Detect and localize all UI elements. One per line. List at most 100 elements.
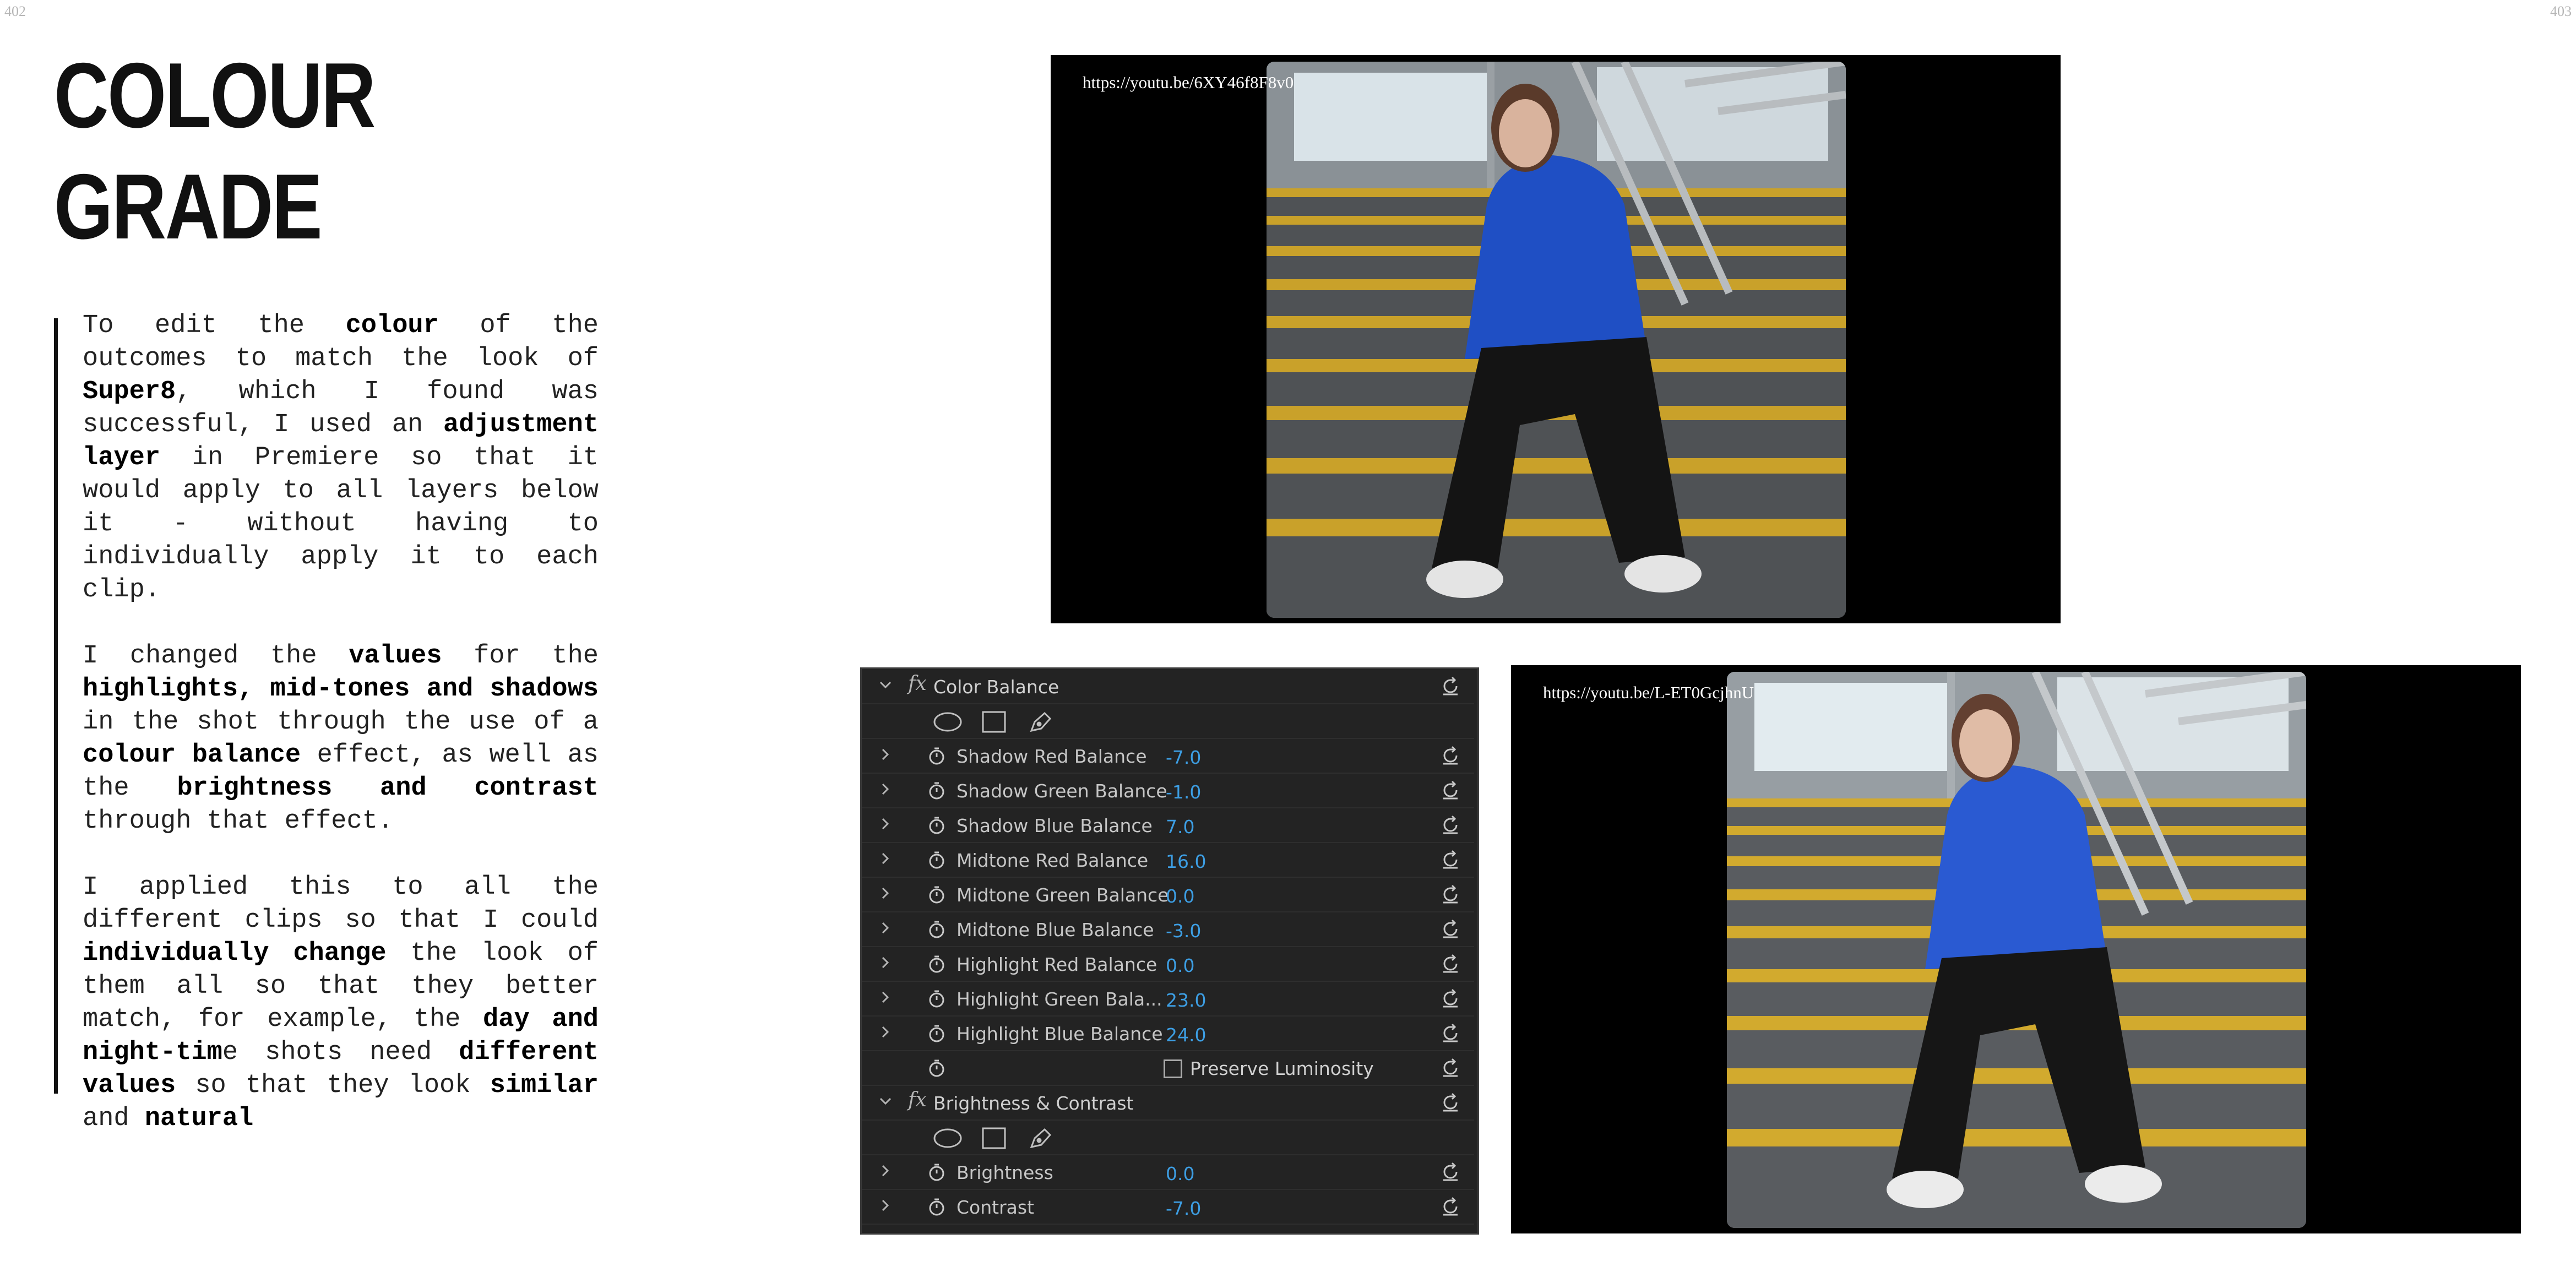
bold-text: Super8: [83, 377, 176, 406]
param-value[interactable]: -7.0: [1166, 747, 1201, 768]
rectangle-mask-icon[interactable]: [979, 710, 1009, 734]
param-label: Shadow Blue Balance: [957, 815, 1153, 836]
chevron-right-icon[interactable]: [878, 886, 893, 900]
reset-icon[interactable]: [1440, 814, 1461, 835]
reset-icon[interactable]: [1440, 1092, 1461, 1113]
reset-icon[interactable]: [1440, 676, 1461, 697]
chevron-right-icon[interactable]: [878, 1025, 893, 1039]
bold-text: natural: [144, 1104, 254, 1133]
param-label: Highlight Red Balance: [957, 954, 1157, 975]
effect-controls-panel: fx Color Balance Shadow Red Balance -7.0 Sha…: [860, 667, 1479, 1235]
chevron-right-icon[interactable]: [878, 782, 893, 796]
param-label: Brightness: [957, 1162, 1053, 1183]
reset-icon[interactable]: [1440, 1023, 1461, 1044]
reset-icon[interactable]: [1440, 953, 1461, 974]
stopwatch-icon[interactable]: [927, 781, 947, 801]
chevron-right-icon[interactable]: [878, 990, 893, 1004]
stairs-scene-image: [1267, 62, 1846, 618]
title-line-2: GRADE: [54, 155, 323, 258]
param-label: Shadow Red Balance: [957, 746, 1147, 767]
chevron-right-icon[interactable]: [878, 1164, 893, 1178]
text-run: I changed the: [83, 642, 349, 671]
param-label: Midtone Red Balance: [957, 850, 1149, 871]
chevron-right-icon[interactable]: [878, 921, 893, 935]
chevron-right-icon[interactable]: [878, 817, 893, 831]
chevron-right-icon[interactable]: [878, 851, 893, 866]
effect-section-header: fx Brightness & Contrast: [862, 1085, 1474, 1121]
paragraph-3: I applied this to all the different clip…: [83, 871, 599, 1135]
video-embed-bottom[interactable]: https://youtu.be/L-ET0GcjhnU: [1511, 665, 2521, 1233]
page-title: COLOUR GRADE: [54, 40, 376, 262]
reset-icon[interactable]: [1440, 919, 1461, 939]
reset-icon[interactable]: [1440, 884, 1461, 905]
effect-param-row: Midtone Red Balance 16.0: [862, 843, 1474, 878]
param-value[interactable]: 0.0: [1166, 885, 1194, 907]
reset-icon[interactable]: [1440, 1196, 1461, 1217]
reset-icon[interactable]: [1440, 745, 1461, 766]
stopwatch-icon[interactable]: [927, 1162, 947, 1182]
chevron-right-icon[interactable]: [878, 955, 893, 970]
param-value[interactable]: 7.0: [1166, 816, 1194, 838]
param-label: Contrast: [957, 1197, 1035, 1218]
video-embed-top[interactable]: https://youtu.be/6XY46f8F8v0: [1051, 55, 2061, 623]
chevron-right-icon[interactable]: [878, 747, 893, 762]
pen-mask-icon[interactable]: [1025, 1126, 1056, 1150]
effect-section-header: fx Color Balance: [862, 669, 1474, 704]
stopwatch-icon[interactable]: [927, 885, 947, 905]
param-label: Shadow Green Balance: [957, 780, 1167, 802]
param-label: Midtone Blue Balance: [957, 919, 1154, 941]
ellipse-mask-icon[interactable]: [932, 710, 963, 734]
reset-icon[interactable]: [1440, 780, 1461, 801]
reset-icon[interactable]: [1440, 849, 1461, 870]
param-value[interactable]: 24.0: [1166, 1024, 1206, 1046]
text-run: so that they look: [176, 1071, 490, 1100]
rectangle-mask-icon[interactable]: [979, 1126, 1009, 1150]
chevron-down-icon[interactable]: [878, 1094, 893, 1108]
effect-param-row: Brightness 0.0: [862, 1155, 1474, 1190]
video-url-top[interactable]: https://youtu.be/6XY46f8F8v0: [1083, 73, 1294, 93]
param-value[interactable]: -3.0: [1166, 920, 1201, 942]
stopwatch-icon[interactable]: [927, 954, 947, 974]
effect-title: Brightness & Contrast: [933, 1093, 1134, 1114]
reset-icon[interactable]: [1440, 988, 1461, 1009]
effect-param-row: Shadow Blue Balance 7.0: [862, 808, 1474, 843]
effect-param-row: Midtone Green Balance 0.0: [862, 877, 1474, 912]
text-run: in the shot through the use of a: [83, 708, 599, 737]
text-run: To edit the: [83, 311, 346, 340]
text-run: through that effect.: [83, 807, 394, 836]
body-text: To edit the colour of the outcomes to ma…: [83, 309, 599, 1169]
chevron-down-icon[interactable]: [878, 678, 893, 692]
paragraph-2: I changed the values for the highlights,…: [83, 640, 599, 838]
stairs-scene-image: [1727, 672, 2306, 1228]
stopwatch-icon[interactable]: [927, 746, 947, 766]
param-value[interactable]: -1.0: [1166, 781, 1201, 803]
stopwatch-icon[interactable]: [927, 1197, 947, 1217]
stopwatch-icon[interactable]: [927, 920, 947, 939]
chevron-right-icon[interactable]: [878, 1198, 893, 1213]
param-value[interactable]: 16.0: [1166, 851, 1206, 872]
reset-icon[interactable]: [1440, 1161, 1461, 1182]
reset-icon[interactable]: [1440, 1057, 1461, 1078]
param-value[interactable]: -7.0: [1166, 1198, 1201, 1219]
param-value[interactable]: 0.0: [1166, 955, 1194, 976]
pen-mask-icon[interactable]: [1025, 710, 1056, 734]
text-run: and: [83, 1104, 145, 1133]
param-value[interactable]: 23.0: [1166, 990, 1206, 1011]
stopwatch-icon[interactable]: [927, 850, 947, 870]
page-number-right: 403: [2550, 3, 2572, 19]
stopwatch-icon[interactable]: [927, 1024, 947, 1044]
video-url-bottom[interactable]: https://youtu.be/L-ET0GcjhnU: [1543, 683, 1754, 703]
effect-param-row: Midtone Blue Balance -3.0: [862, 912, 1474, 947]
stopwatch-icon[interactable]: [927, 989, 947, 1009]
preserve-luminosity-checkbox[interactable]: [1164, 1059, 1182, 1078]
bold-text: brightness and contrast: [177, 774, 599, 803]
bold-text: individually change: [83, 939, 387, 968]
fx-badge: fx: [908, 672, 927, 695]
page-number-left: 402: [4, 3, 26, 19]
stopwatch-icon[interactable]: [927, 816, 947, 835]
ellipse-mask-icon[interactable]: [932, 1126, 963, 1150]
param-label: Highlight Green Bala...: [957, 988, 1162, 1010]
mask-tools: [932, 708, 1056, 736]
stopwatch-icon[interactable]: [927, 1058, 947, 1078]
param-value[interactable]: 0.0: [1166, 1163, 1194, 1184]
